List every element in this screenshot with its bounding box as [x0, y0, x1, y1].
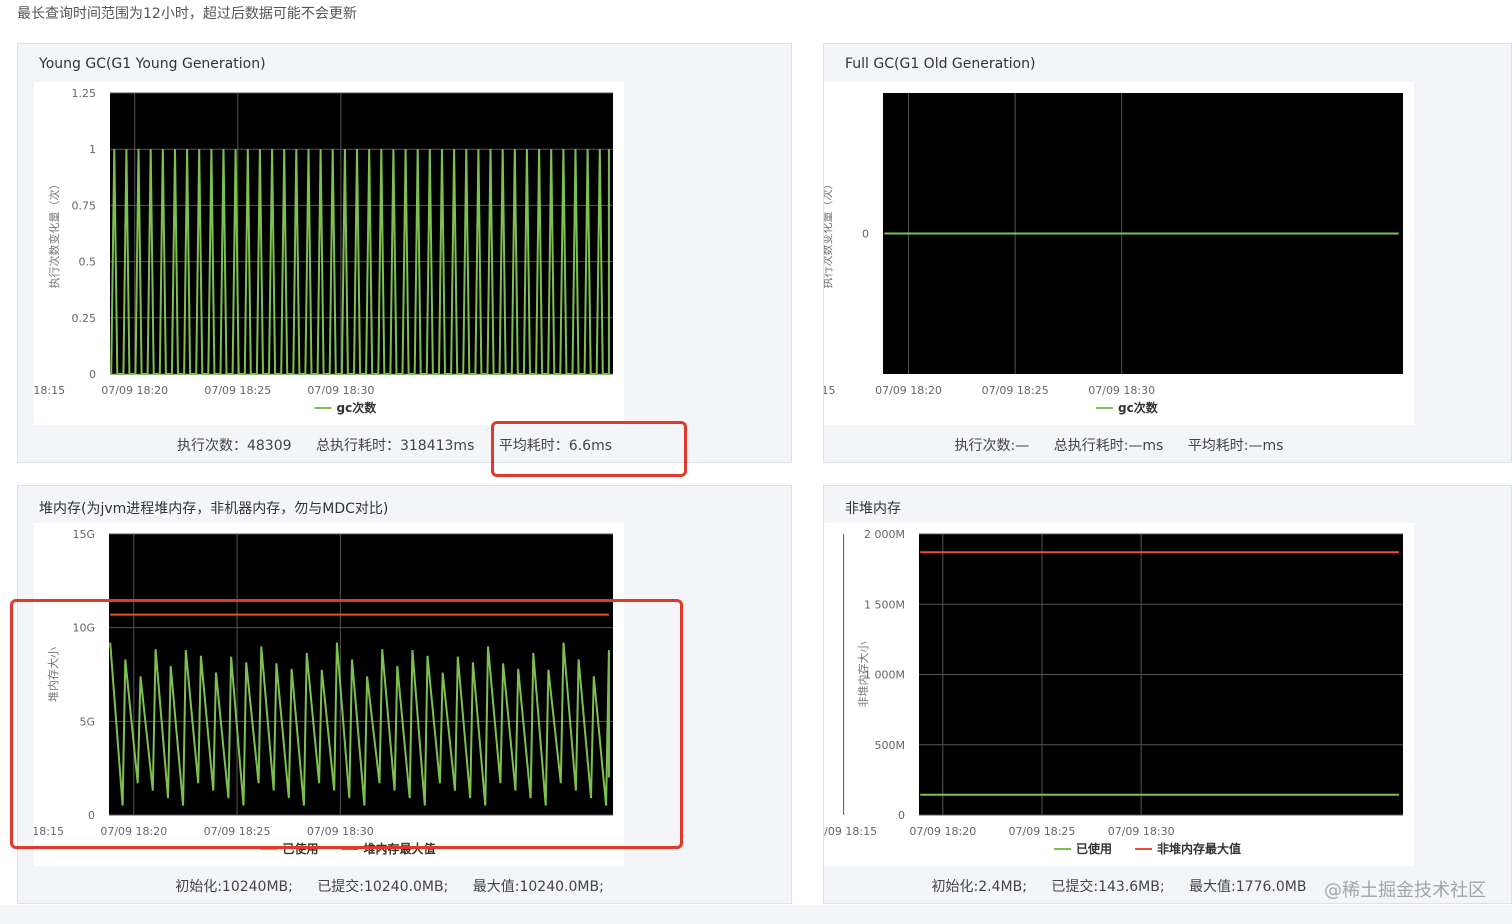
x-tick-label: 07/09 18:20: [875, 384, 942, 397]
y-tick-label: 2 000M: [864, 528, 905, 541]
bottom-strip: [0, 905, 1512, 924]
y-tick-label: 1 000M: [864, 669, 905, 682]
y-tick-label: 0.25: [72, 312, 97, 325]
x-tick-label: 07/09 18:15: [34, 825, 64, 838]
x-tick-label: 07/09 18:25: [204, 384, 271, 397]
max-stat: 最大值:1776.0MB: [1189, 879, 1307, 895]
x-tick-label: 07/09 18:30: [1108, 825, 1175, 838]
committed-stat: 已提交:10240.0MB;: [317, 879, 449, 895]
y-tick-label: 15G: [72, 528, 95, 541]
gc-count-stat: 执行次数:—: [954, 438, 1030, 454]
max-stat: 最大值:10240.0MB;: [472, 879, 604, 895]
gc-total-time-stat: 总执行耗时：318413ms: [315, 438, 475, 454]
y-tick-label: 0: [862, 228, 869, 241]
legend-label: 非堆内存最大值: [1157, 841, 1241, 856]
gc-avg-time-stat: 平均耗时:—ms: [1187, 438, 1284, 454]
y-tick-label: 1: [89, 143, 96, 156]
heap-memory-stats: 初始化:10240MB; 已提交:10240.0MB; 最大值:10240.0M…: [3, 876, 776, 896]
legend-label: 堆内存最大值: [364, 841, 436, 856]
x-tick-label: 07/09 18:25: [204, 825, 271, 838]
y-tick-label: 5G: [79, 715, 95, 728]
heap-memory-chart[interactable]: 05G10G15G07/09 18:1007/09 18:1507/09 18:…: [34, 523, 624, 866]
y-tick-label: 10G: [72, 622, 95, 635]
y-tick-label: 0: [898, 809, 905, 822]
x-tick-label: 07/09 18:25: [1009, 825, 1076, 838]
legend-label: gc次数: [337, 400, 378, 415]
y-tick-label: 0: [88, 809, 95, 822]
gc-count-stat: 执行次数：48309: [176, 438, 292, 454]
committed-stat: 已提交:143.6MB;: [1051, 879, 1165, 895]
x-tick-label: 07/09 18:25: [982, 384, 1049, 397]
y-axis-label: 执行次数变化量（次）: [47, 179, 61, 289]
heap-memory-panel: 堆内存(为jvm进程堆内存，非机器内存，勿与MDC对比) 0 5G 10G 15G 07…: [17, 485, 792, 904]
young-gc-chart-svg: 00.250.50.7511.2507/09 18:1007/09 18:150…: [34, 87, 613, 415]
non-heap-memory-chart[interactable]: 0500M1 000M1 500M2 000M07/09 18:1007/09 …: [824, 523, 1414, 866]
legend-label: gc次数: [1118, 400, 1159, 415]
x-tick-label: 07/09 18:30: [307, 825, 374, 838]
x-tick-label: 07/09 18:15: [34, 384, 65, 397]
full-gc-chart-svg: 007/09 18:1007/09 18:1507/09 18:2007/09 …: [824, 93, 1403, 415]
gc-avg-time-stat: 平均耗时：6.6ms: [498, 438, 613, 454]
panel-title: Full GC(G1 Old Generation): [845, 56, 1036, 72]
young-gc-chart[interactable]: 00.250.50.7511.2507/09 18:1007/09 18:150…: [34, 82, 624, 425]
y-tick-label: 0.75: [72, 199, 97, 212]
y-tick-label: 1 500M: [864, 598, 905, 611]
panel-title: 堆内存(为jvm进程堆内存，非机器内存，勿与MDC对比): [39, 501, 389, 517]
y-axis-label: 堆内存大小: [46, 647, 60, 702]
watermark: @稀土掘金技术社区: [1324, 880, 1486, 901]
non-heap-memory-chart-svg: 0500M1 000M1 500M2 000M07/09 18:1007/09 …: [824, 528, 1403, 856]
gc-total-time-stat: 总执行耗时:—ms: [1053, 438, 1164, 454]
full-gc-chart[interactable]: 007/09 18:1007/09 18:1507/09 18:2007/09 …: [824, 82, 1414, 425]
heap-memory-chart-svg: 05G10G15G07/09 18:1007/09 18:1507/09 18:…: [34, 528, 613, 856]
y-tick-label: 0.5: [79, 256, 97, 269]
full-gc-stats: 执行次数:— 总执行耗时:—ms 平均耗时:—ms: [824, 435, 1414, 455]
x-tick-label: 07/09 18:15: [824, 825, 877, 838]
x-tick-label: 07/09 18:30: [307, 384, 374, 397]
query-range-notice: 最长查询时间范围为12小时，超过后数据可能不会更新: [17, 6, 357, 22]
init-stat: 初始化:10240MB;: [175, 879, 293, 895]
y-axis-label: 非堆内存大小: [856, 642, 870, 708]
legend-label: 已使用: [283, 841, 319, 856]
young-gc-panel: Young GC(G1 Young Generation) 0 0.25 0.5 0.…: [17, 43, 792, 463]
legend-label: 已使用: [1076, 841, 1112, 856]
x-tick-label: 07/09 18:20: [101, 384, 168, 397]
init-stat: 初始化:2.4MB;: [931, 879, 1027, 895]
panel-title: 非堆内存: [845, 501, 901, 517]
x-tick-label: 07/09 18:20: [909, 825, 976, 838]
panel-title: Young GC(G1 Young Generation): [39, 56, 266, 72]
full-gc-panel: Full GC(G1 Old Generation) 007/09 18:100…: [823, 43, 1512, 463]
non-heap-memory-panel: 非堆内存 0500M1 000M1 500M2 000M07/09 18:100…: [823, 485, 1512, 904]
young-gc-stats: 执行次数：48309 总执行耗时：318413ms 平均耗时：6.6ms: [8, 435, 781, 455]
x-tick-label: 07/09 18:20: [100, 825, 167, 838]
y-tick-label: 0: [89, 368, 96, 381]
y-axis-label: 执行次数变化量（次）: [824, 179, 834, 289]
y-tick-label: 500M: [875, 739, 906, 752]
x-tick-label: 07/09 18:30: [1088, 384, 1155, 397]
x-tick-label: 07/09 18:15: [824, 384, 835, 397]
y-tick-label: 1.25: [72, 87, 97, 100]
